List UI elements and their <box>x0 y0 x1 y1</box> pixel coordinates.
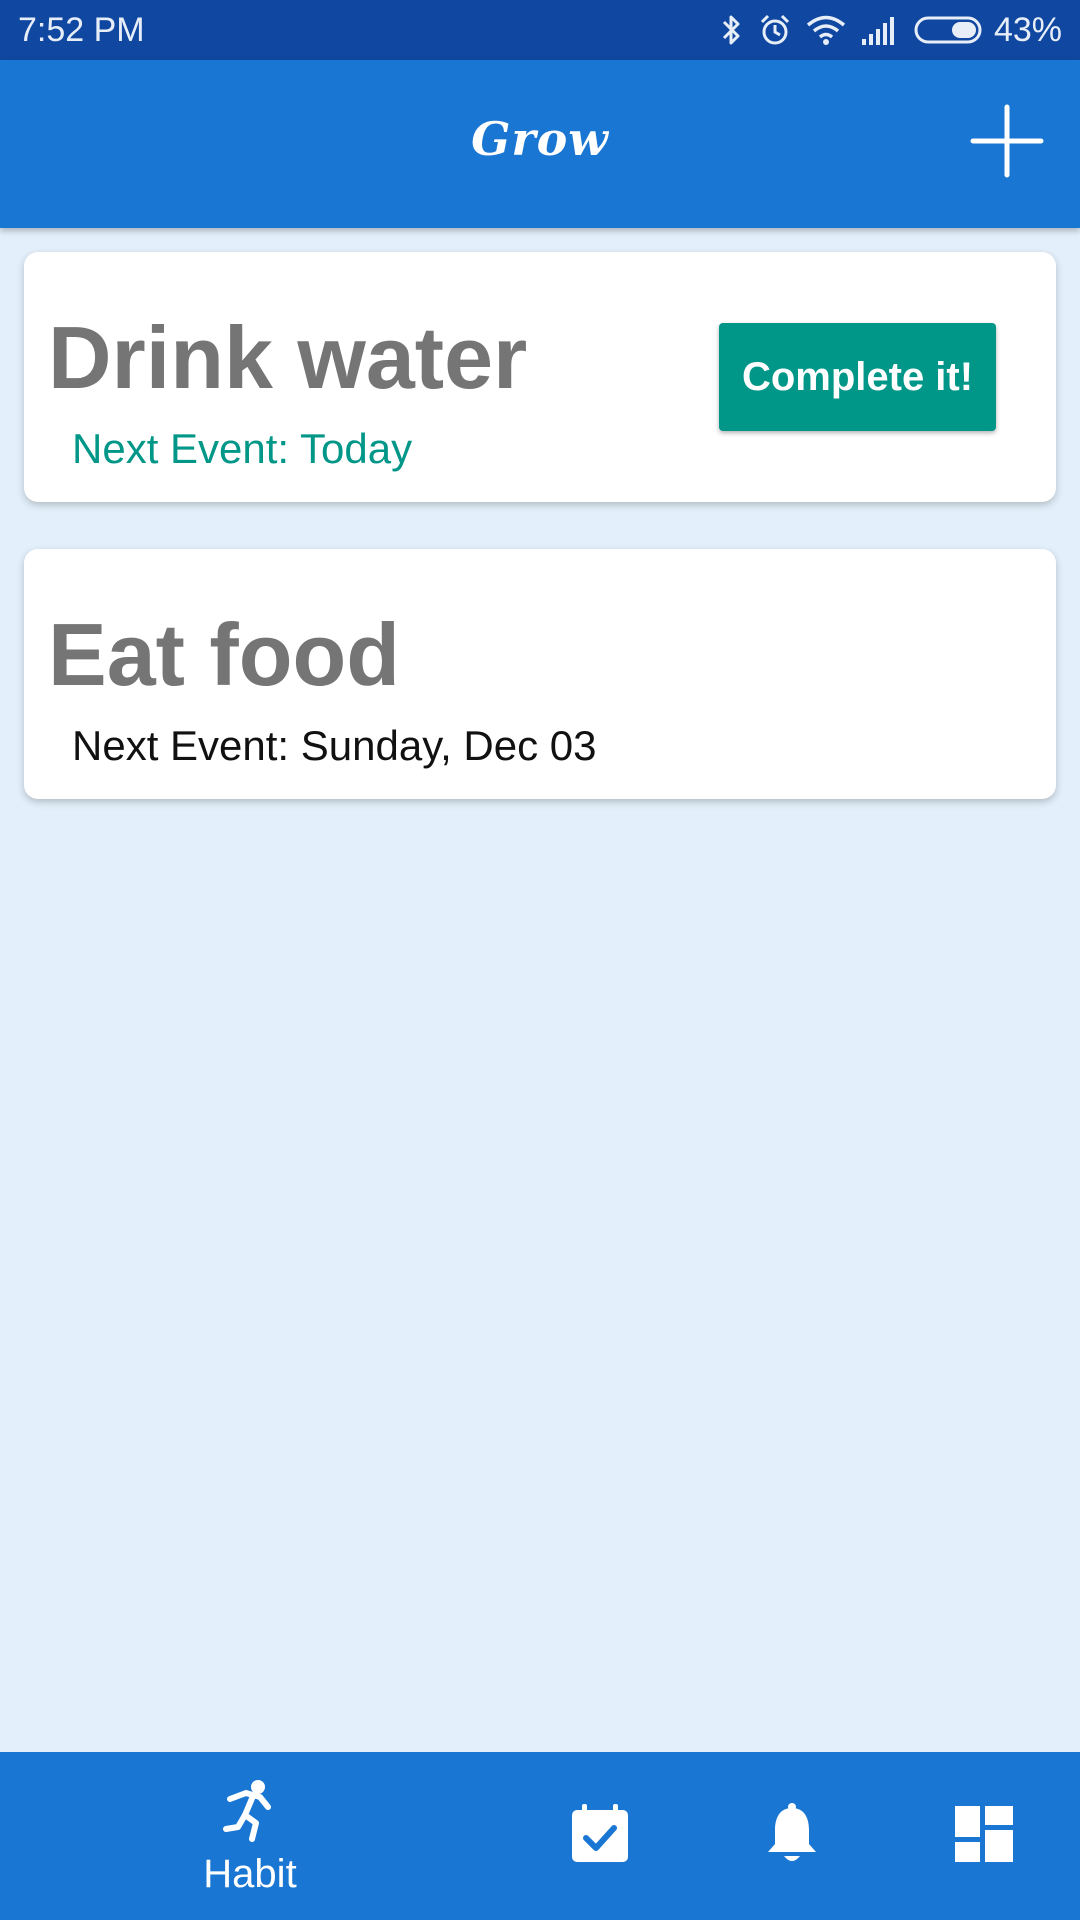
wifi-icon <box>806 14 846 46</box>
calendar-check-icon <box>570 1803 630 1869</box>
battery-percent: 43% <box>993 10 1062 49</box>
status-time: 7:52 PM <box>18 10 145 49</box>
bell-icon <box>765 1802 819 1871</box>
nav-item-dashboard[interactable] <box>924 1752 1044 1920</box>
bluetooth-icon <box>720 13 744 47</box>
status-bar: 7:52 PM 43% <box>0 0 1080 60</box>
habit-next-event: Next Event: Sunday, Dec 03 <box>72 722 597 769</box>
status-icons: 43% <box>720 11 1062 50</box>
nav-item-calendar[interactable] <box>540 1752 660 1920</box>
nav-item-notifications[interactable] <box>732 1752 852 1920</box>
habit-card[interactable]: Drink water Next Event: Today Complete i… <box>24 252 1056 502</box>
running-person-icon <box>220 1779 280 1848</box>
plus-icon <box>969 103 1045 184</box>
nav-label-habit: Habit <box>203 1851 297 1896</box>
battery-icon <box>914 15 986 45</box>
app-bar: Grow <box>0 60 1080 228</box>
signal-icon <box>860 15 900 45</box>
add-habit-button[interactable] <box>962 98 1052 188</box>
habit-title: Eat food <box>48 605 400 704</box>
habit-title: Drink water <box>48 308 528 407</box>
complete-habit-button[interactable]: Complete it! <box>719 323 996 431</box>
bottom-nav: Habit <box>0 1752 1080 1920</box>
battery: 43% <box>914 11 1062 50</box>
app-title: Grow <box>471 112 609 166</box>
habit-next-event: Next Event: Today <box>72 425 413 472</box>
alarm-icon <box>758 13 792 47</box>
dashboard-icon <box>955 1805 1013 1867</box>
habit-card[interactable]: Eat food Next Event: Sunday, Dec 03 <box>24 549 1056 799</box>
nav-item-habit[interactable]: Habit <box>170 1752 330 1920</box>
